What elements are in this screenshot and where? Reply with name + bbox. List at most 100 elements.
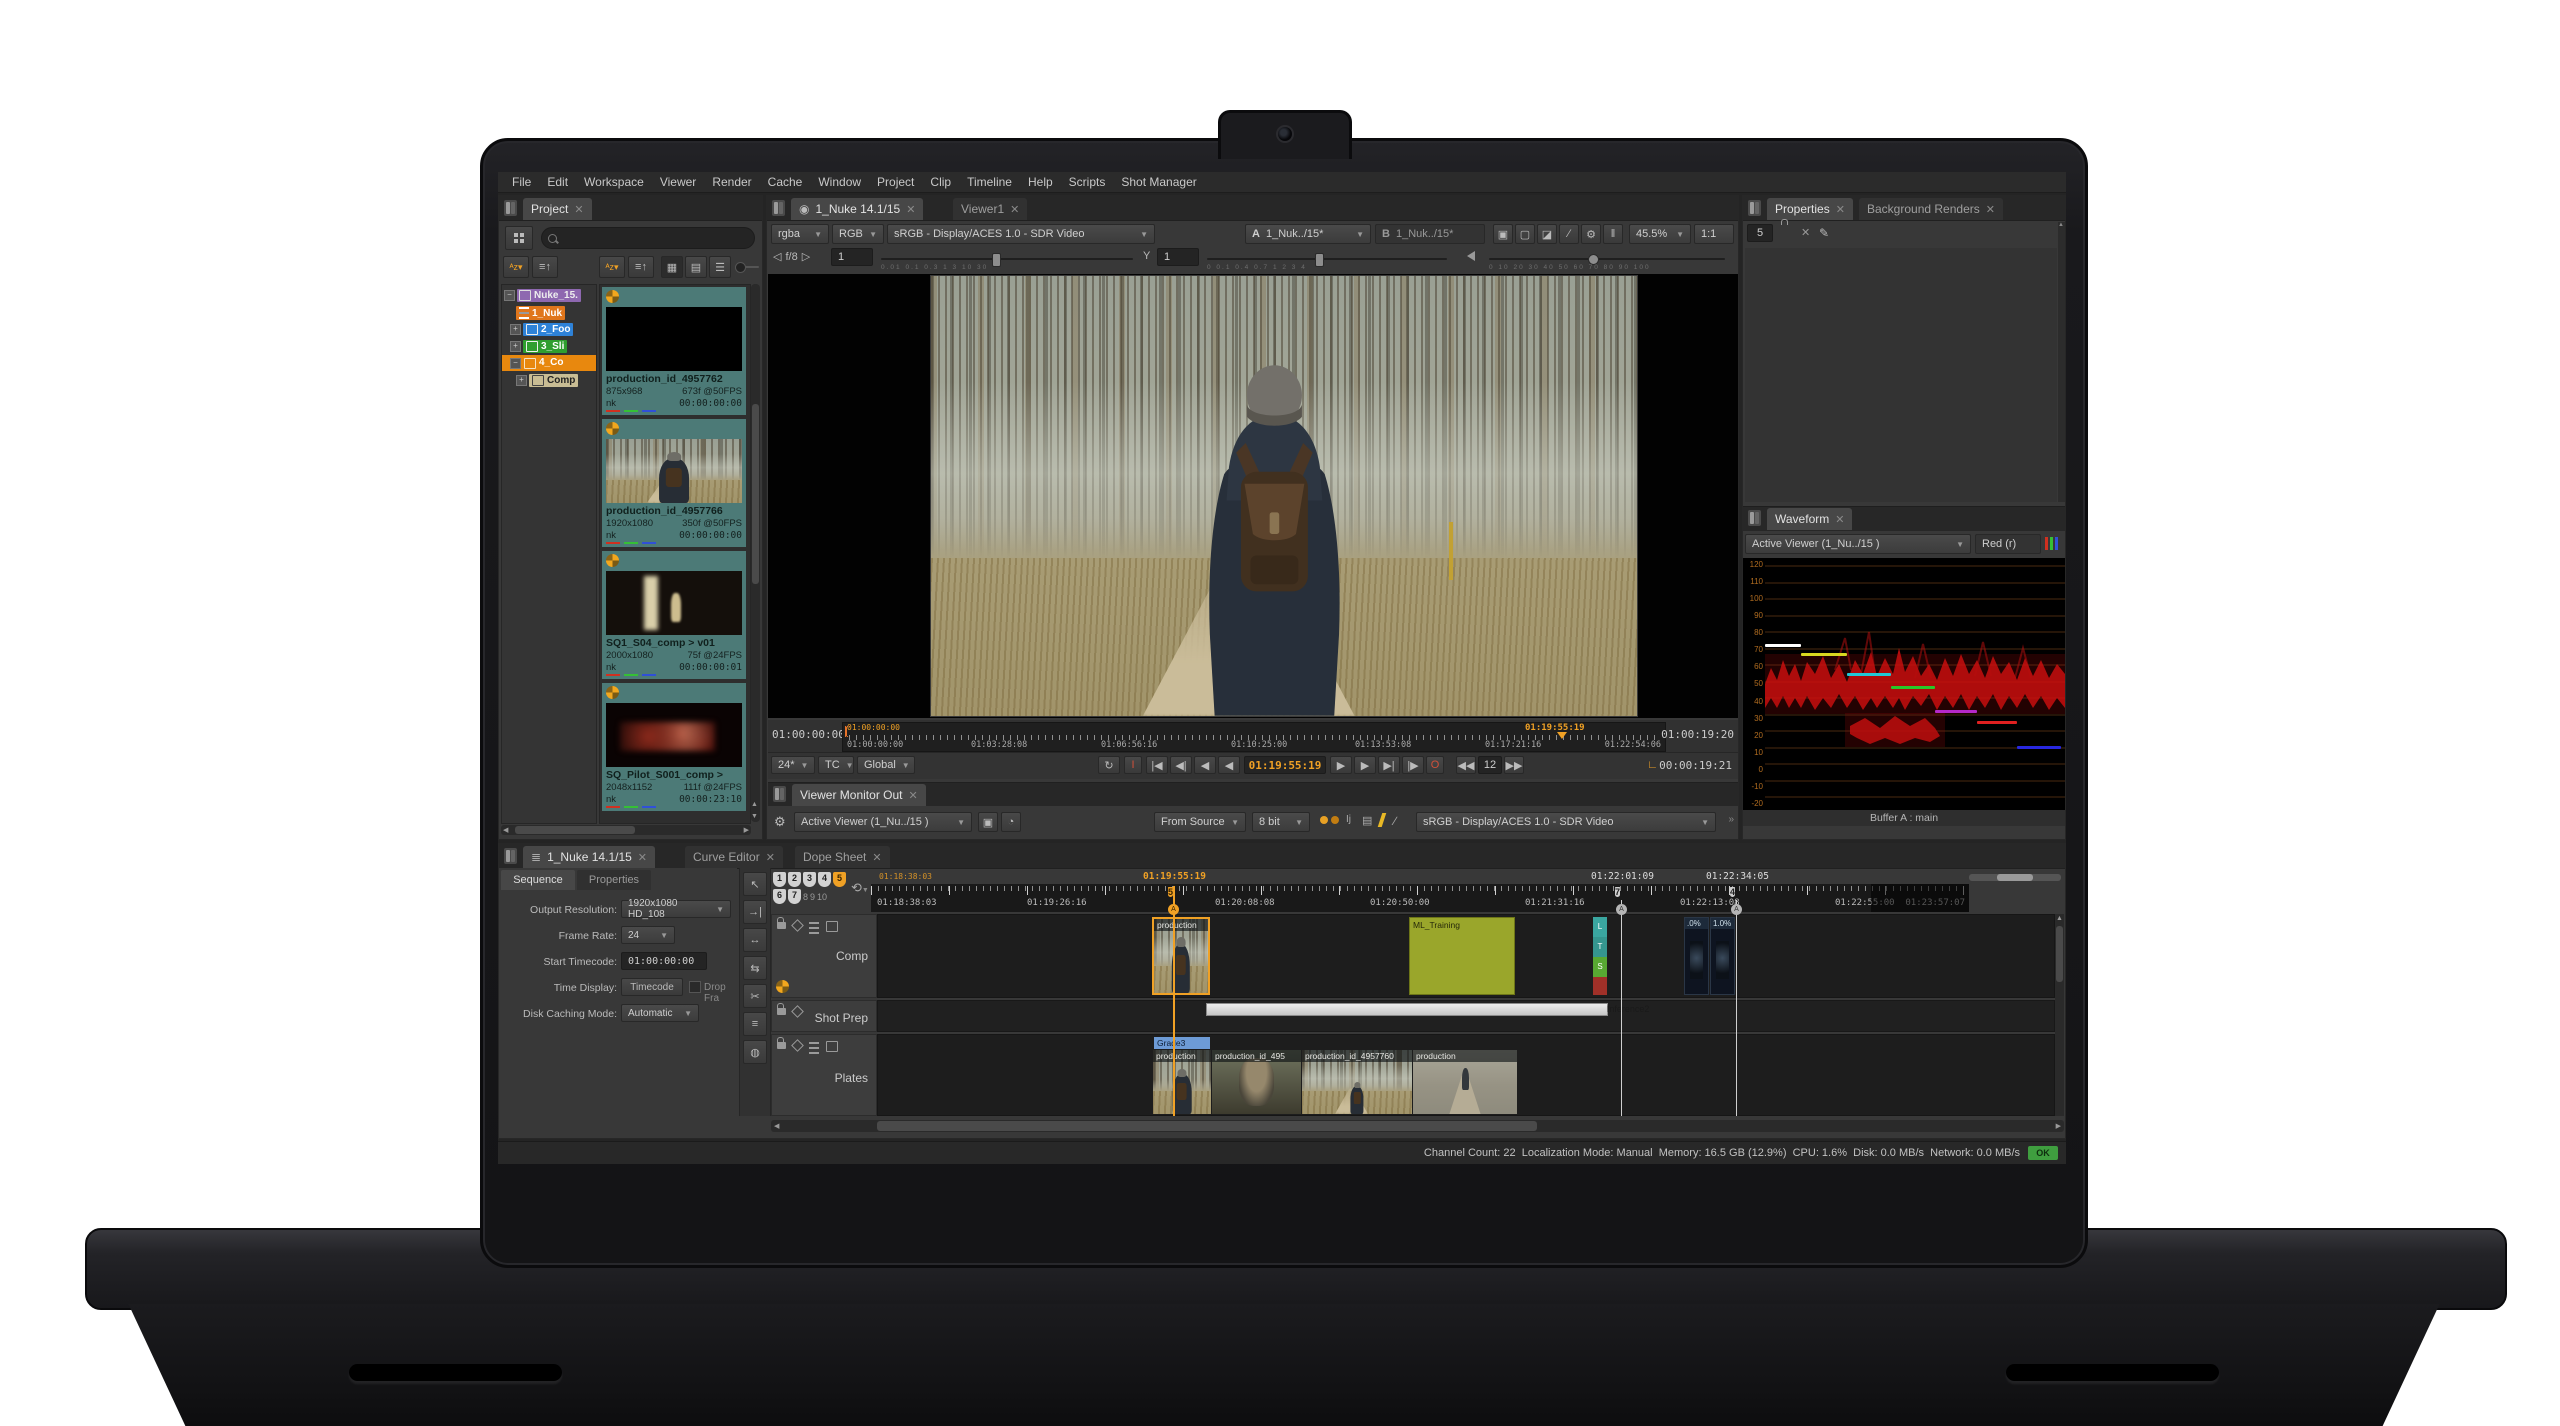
ij-icon[interactable]: Ij: [1346, 814, 1351, 825]
panel-menu-icon[interactable]: [1748, 200, 1761, 216]
framerate-dropdown[interactable]: 24▼: [621, 926, 675, 944]
menu-help[interactable]: Help: [1020, 175, 1061, 189]
tree-row-1[interactable]: 1_Nuk: [516, 306, 565, 320]
proxy-icon[interactable]: ▣: [1493, 224, 1513, 244]
waveform-channel-dropdown[interactable]: Red (r): [1975, 534, 2041, 554]
input-b-dropdown[interactable]: B1_Nuk../15*: [1375, 224, 1485, 244]
trim-tool[interactable]: ↔: [743, 928, 767, 952]
timeline-zoom-handle[interactable]: [1997, 874, 2034, 881]
tree-row-root[interactable]: − Nuke_15.: [504, 289, 581, 302]
panel-menu-icon[interactable]: [504, 848, 517, 864]
chevrons-icon[interactable]: »: [1728, 814, 1734, 825]
scroll-left-icon[interactable]: ◀: [503, 826, 508, 834]
monitor-icon[interactable]: ▣: [978, 812, 998, 832]
timeline-hscroll-handle[interactable]: [877, 1121, 1537, 1131]
close-icon[interactable]: ✕: [638, 851, 647, 864]
clear-icon[interactable]: ✕: [1801, 226, 1810, 239]
timeline-vscrollbar[interactable]: ▲: [2055, 914, 2064, 1116]
loop-icon[interactable]: ↻: [1098, 756, 1120, 774]
skip-frames-input[interactable]: 12: [1478, 756, 1502, 774]
tab-curve-editor[interactable]: Curve Editor✕: [685, 846, 783, 868]
next-keyframe-button[interactable]: ▶|: [1378, 756, 1400, 774]
layers-icon[interactable]: [809, 922, 819, 934]
tab-timeline-sequence[interactable]: ≣ 1_Nuke 14.1/15✕: [523, 846, 655, 868]
tab-monitor-out[interactable]: Viewer Monitor Out✕: [792, 784, 926, 806]
clip-retime-1[interactable]: .0%: [1684, 917, 1709, 995]
menu-window[interactable]: Window: [810, 175, 869, 189]
tree-row-4-selected[interactable]: − 4_Co: [502, 355, 596, 371]
bit-depth-dropdown[interactable]: 8 bit▼: [1252, 812, 1310, 832]
tree-row-2[interactable]: + 2_Foo: [510, 323, 573, 336]
play-reverse-button[interactable]: ◀: [1218, 756, 1240, 774]
visibility-icon[interactable]: [791, 1005, 804, 1018]
track-header-shotprep[interactable]: Shot Prep: [771, 1000, 877, 1032]
slash-icon[interactable]: ∕: [1559, 224, 1579, 244]
prev-icon[interactable]: ◁: [773, 250, 781, 263]
select-tool[interactable]: ↖: [743, 872, 767, 896]
bolt-icon[interactable]: [1378, 813, 1387, 827]
clip-retime-2[interactable]: 1.0%: [1710, 917, 1735, 995]
tree-expander[interactable]: −: [504, 290, 515, 301]
tree-row-5[interactable]: + Comp: [516, 374, 578, 387]
project-hscrollbar[interactable]: ◀ ▶: [501, 825, 751, 835]
pause-icon[interactable]: ‖: [1603, 224, 1623, 244]
next-icon[interactable]: ▷: [802, 250, 810, 263]
panel-menu-icon[interactable]: [504, 200, 517, 216]
tag-10[interactable]: 10: [817, 892, 827, 902]
layer-dropdown[interactable]: RGB▼: [832, 224, 884, 244]
tag-3[interactable]: 3: [803, 872, 816, 887]
prev-keyframe-button[interactable]: ◀|: [1170, 756, 1192, 774]
sort-list-button[interactable]: ≡↑: [532, 256, 558, 278]
thumb-size-slider[interactable]: [735, 266, 759, 268]
menu-edit[interactable]: Edit: [539, 175, 576, 189]
track-header-comp[interactable]: Comp: [771, 914, 877, 998]
tab-properties[interactable]: Properties✕: [1767, 198, 1853, 220]
move-tool[interactable]: →|: [743, 900, 767, 924]
close-icon[interactable]: ✕: [1835, 513, 1844, 526]
bin-card-3[interactable]: SQ1_S04_comp > v01 2000x1080 75f @24FPS …: [602, 551, 746, 679]
timeline-playhead[interactable]: [1173, 886, 1175, 1116]
gamma-input[interactable]: 1: [1157, 248, 1199, 266]
project-hscroll-handle[interactable]: [515, 826, 635, 834]
time-display-toggle[interactable]: Timecode: [621, 978, 683, 996]
menu-viewer[interactable]: Viewer: [652, 175, 704, 189]
record-icon[interactable]: ◔: [1001, 812, 1021, 832]
clip-ml-training[interactable]: ML_Training: [1409, 917, 1515, 995]
close-icon[interactable]: ✕: [906, 203, 915, 216]
viewer-canvas[interactable]: [768, 274, 1738, 718]
close-icon[interactable]: ✕: [574, 203, 583, 216]
step-back-button[interactable]: ◀: [1194, 756, 1216, 774]
input-a-dropdown[interactable]: A1_Nuk../15*▼: [1245, 224, 1371, 244]
sort-az-button[interactable]: ᴬᴢ▾: [503, 256, 529, 278]
timeline-ruler[interactable]: 01:18:38:03 01:19:26:16 01:20:08:08 01:2…: [871, 884, 1969, 912]
node-stack-count[interactable]: 5: [1747, 224, 1773, 242]
clip-production-selected[interactable]: production: [1152, 917, 1210, 995]
clip-plate-3[interactable]: production_id_4957760: [1302, 1050, 1412, 1114]
snapshot-icon[interactable]: [826, 921, 838, 932]
tab-viewer-main[interactable]: ◉ 1_Nuke 14.1/15✕: [791, 198, 923, 220]
bin-scrollbar-handle[interactable]: [752, 404, 759, 584]
visibility-icon[interactable]: [791, 1039, 804, 1052]
skip-back-icon[interactable]: ◀◀: [1456, 756, 1476, 774]
track-shotprep[interactable]: Inference2: [877, 1000, 2055, 1032]
play-button[interactable]: ▶: [1330, 756, 1352, 774]
panel-menu-icon[interactable]: [772, 200, 785, 216]
monitor-colorspace-dropdown[interactable]: sRGB - Display/ACES 1.0 - SDR Video▼: [1416, 812, 1716, 832]
orange-dot2-icon[interactable]: [1331, 816, 1339, 824]
lock-icon[interactable]: [777, 922, 786, 929]
bin-card-4[interactable]: SQ_Pilot_S001_comp > 2048x1152 111f @24F…: [602, 683, 746, 811]
clip-plate-1[interactable]: production: [1153, 1050, 1211, 1114]
fps-dropdown[interactable]: 24*▼: [771, 756, 815, 774]
snapshot-icon[interactable]: [826, 1041, 838, 1052]
goto-start-button[interactable]: |◀: [1146, 756, 1168, 774]
set-out-button[interactable]: O: [1426, 756, 1444, 774]
properties-scrollbar[interactable]: ▲: [2058, 222, 2065, 502]
tag-5[interactable]: 5: [833, 872, 846, 887]
bin-sort-az-button[interactable]: ᴬᴢ▾: [599, 256, 625, 278]
tree-expander[interactable]: +: [516, 375, 527, 386]
track-header-plates[interactable]: Plates: [771, 1034, 877, 1116]
scroll-up-icon[interactable]: ▲: [2056, 915, 2063, 922]
tag-2[interactable]: 2: [788, 872, 801, 887]
gain-slider[interactable]: [881, 258, 1133, 260]
tc-mode-dropdown[interactable]: TC▼: [818, 756, 854, 774]
